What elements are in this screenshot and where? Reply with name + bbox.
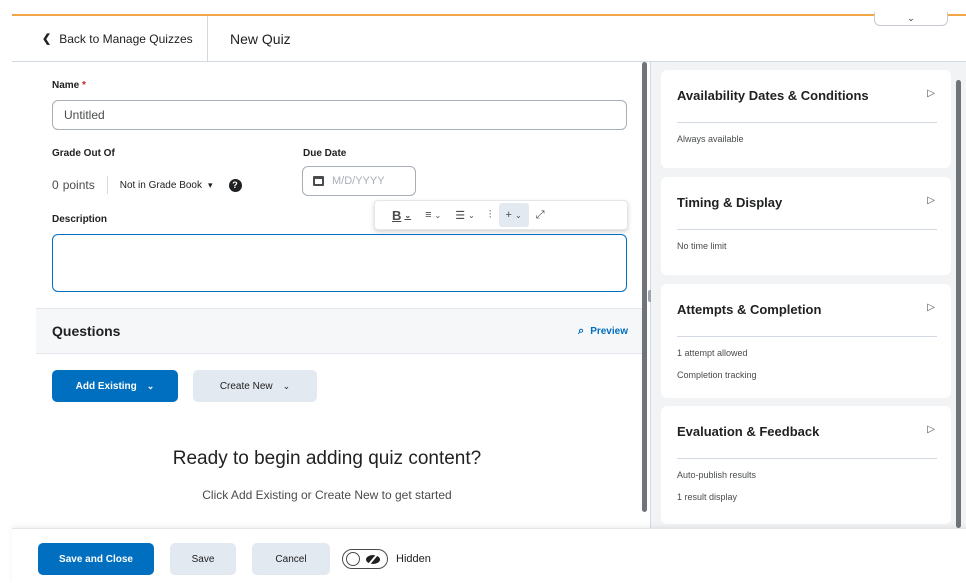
divider xyxy=(106,176,108,194)
availability-card[interactable]: Availability Dates & Conditions ▷ Always… xyxy=(661,70,951,168)
due-date-placeholder: M/D/YYYY xyxy=(332,175,385,187)
quiz-editor: ❮ Back to Manage Quizzes New Quiz ⌄ Name… xyxy=(12,12,966,583)
align-icon: ≡ xyxy=(425,209,432,221)
chevron-down-icon: ⌄ xyxy=(404,210,412,220)
panel-scrollbar[interactable] xyxy=(956,80,961,528)
fullscreen-button[interactable]: ⤢ xyxy=(529,203,552,227)
card-divider xyxy=(677,229,937,230)
empty-state-subtitle: Click Add Existing or Create New to get … xyxy=(202,488,452,502)
caret-right-icon[interactable]: ▷ xyxy=(927,302,935,313)
preview-label: Preview xyxy=(590,326,628,337)
save-and-close-button[interactable]: Save and Close xyxy=(38,543,154,575)
chevron-down-icon: ⌄ xyxy=(468,210,475,220)
format-icon: ⫶ xyxy=(488,208,492,221)
scrollbar-thumb[interactable] xyxy=(642,62,647,512)
caret-right-icon[interactable]: ▷ xyxy=(927,424,935,435)
main-scrollbar[interactable] xyxy=(642,62,648,512)
list-icon: ☰ xyxy=(455,209,466,222)
evaluation-card[interactable]: Evaluation & Feedback ▷ Auto-publish res… xyxy=(661,406,951,524)
attempts-card[interactable]: Attempts & Completion ▷ 1 attempt allowe… xyxy=(661,284,951,398)
save-button[interactable]: Save xyxy=(170,543,236,575)
footer-bar: Save and Close Save Cancel Hidden xyxy=(12,528,966,583)
toggle-knob xyxy=(346,552,360,566)
name-input[interactable]: Untitled xyxy=(52,100,627,130)
collapse-toggle[interactable]: ⌄ xyxy=(874,12,948,26)
card-summary: Completion tracking xyxy=(677,370,757,380)
preview-icon: ⌕ xyxy=(578,325,585,337)
description-label: Description xyxy=(52,214,108,225)
card-summary: 1 result display xyxy=(677,492,738,502)
card-divider xyxy=(677,336,937,337)
caret-right-icon[interactable]: ▷ xyxy=(927,195,935,206)
visibility-toggle[interactable] xyxy=(342,549,388,569)
points-unit: points xyxy=(62,178,95,192)
expand-icon: ⤢ xyxy=(535,208,545,221)
create-new-button[interactable]: Create New ⌄ xyxy=(193,370,317,402)
card-divider xyxy=(677,122,937,123)
card-title: Availability Dates & Conditions xyxy=(677,88,869,103)
editor-toolbar: B ⌄ ≡ ⌄ ☰ ⌄ ⫶ + ⌄ ⤢ xyxy=(374,200,628,230)
chevron-down-icon: ⌄ xyxy=(434,210,442,220)
back-link-label: Back to Manage Quizzes xyxy=(59,31,193,46)
description-editor[interactable] xyxy=(52,234,627,292)
add-existing-label: Add Existing xyxy=(75,380,137,392)
main-form: Name * Untitled Grade Out Of 0 points No… xyxy=(12,62,642,528)
timing-card[interactable]: Timing & Display ▷ No time limit xyxy=(661,177,951,275)
chevron-left-icon: ❮ xyxy=(42,33,52,45)
eye-slash-icon xyxy=(366,554,380,564)
create-new-label: Create New xyxy=(219,380,273,392)
chevron-down-icon: ⌄ xyxy=(514,210,522,220)
chevron-down-icon: ▾ xyxy=(207,179,213,190)
name-label: Name * xyxy=(52,80,86,91)
plus-icon: + xyxy=(505,209,512,221)
due-date-input[interactable]: M/D/YYYY xyxy=(302,166,416,196)
back-link[interactable]: ❮ Back to Manage Quizzes xyxy=(12,16,208,61)
required-marker: * xyxy=(82,80,86,91)
card-summary: Always available xyxy=(677,134,744,144)
chevron-down-icon: ⌄ xyxy=(282,380,291,391)
name-label-text: Name xyxy=(52,80,80,91)
chevron-down-icon: ⌄ xyxy=(146,380,155,391)
calendar-icon xyxy=(313,176,324,186)
card-title: Timing & Display xyxy=(677,195,783,210)
card-title: Attempts & Completion xyxy=(677,302,822,317)
card-summary: 1 attempt allowed xyxy=(677,348,748,358)
preview-link[interactable]: ⌕ Preview xyxy=(578,325,628,338)
questions-header: Questions ⌕ Preview xyxy=(36,308,642,354)
caret-right-icon[interactable]: ▷ xyxy=(927,88,935,99)
grade-label: Grade Out Of xyxy=(52,148,115,159)
bold-icon: B xyxy=(392,207,402,223)
insert-button[interactable]: + ⌄ xyxy=(498,203,529,227)
help-icon[interactable]: ? xyxy=(228,178,242,192)
settings-panel: Availability Dates & Conditions ▷ Always… xyxy=(651,62,966,528)
card-divider xyxy=(677,458,937,459)
format-button[interactable]: ⫶ xyxy=(482,203,499,227)
points-value[interactable]: 0 xyxy=(52,178,59,192)
questions-title: Questions xyxy=(52,323,121,339)
list-button[interactable]: ☰ ⌄ xyxy=(448,203,482,227)
empty-state-title: Ready to begin adding quiz content? xyxy=(172,448,482,469)
gradebook-value: Not in Grade Book xyxy=(119,179,202,191)
add-existing-button[interactable]: Add Existing ⌄ xyxy=(52,370,178,402)
grade-row: 0 points Not in Grade Book ▾ ? xyxy=(52,176,242,194)
chevron-down-icon: ⌄ xyxy=(907,13,915,23)
gradebook-dropdown[interactable]: Not in Grade Book ▾ xyxy=(120,180,213,191)
card-title: Evaluation & Feedback xyxy=(677,424,820,439)
align-button[interactable]: ≡ ⌄ xyxy=(418,203,448,227)
due-date-label: Due Date xyxy=(303,148,347,159)
page-title: New Quiz xyxy=(230,30,291,47)
card-summary: No time limit xyxy=(677,241,727,251)
cancel-button[interactable]: Cancel xyxy=(252,543,330,575)
visibility-label: Hidden xyxy=(396,553,431,565)
bold-button[interactable]: B ⌄ xyxy=(385,203,418,227)
page-header: ❮ Back to Manage Quizzes New Quiz xyxy=(12,16,966,62)
card-summary: Auto-publish results xyxy=(677,470,757,480)
